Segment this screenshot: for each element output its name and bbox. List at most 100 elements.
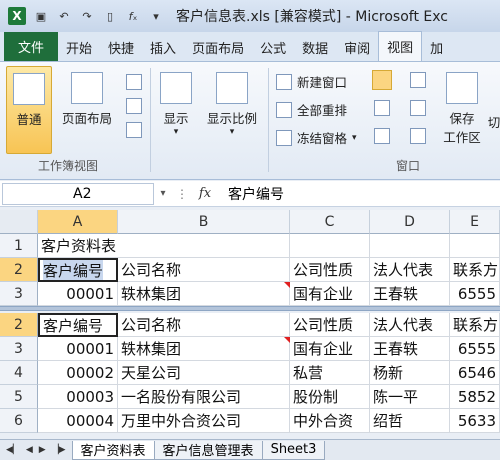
pane-split-bar[interactable]	[0, 306, 500, 311]
redo-icon[interactable]: ↷	[79, 8, 95, 24]
cell[interactable]: 股份制	[290, 385, 370, 409]
cell[interactable]: 6555	[450, 337, 500, 361]
save-icon[interactable]: ▣	[33, 8, 49, 24]
row-header[interactable]: 2	[0, 258, 38, 282]
cell[interactable]: 一名股份有限公司	[118, 385, 290, 409]
page-layout-view-button[interactable]: 页面布局	[56, 72, 118, 127]
tab-file[interactable]: 文件	[4, 32, 59, 61]
tab-insert[interactable]: 插入	[142, 33, 184, 61]
column-header-e[interactable]: E	[450, 210, 500, 234]
column-header-a[interactable]: A	[38, 210, 118, 234]
freeze-panes-button[interactable]: 冻结窗格 ▾	[276, 128, 357, 147]
cell[interactable]: 6546	[450, 361, 500, 385]
cell[interactable]: 6555	[450, 282, 500, 306]
row-header[interactable]: 1	[0, 234, 38, 258]
full-screen-icon[interactable]	[126, 122, 142, 138]
new-window-button[interactable]: 新建窗口	[276, 72, 347, 91]
cell[interactable]: 中外合资	[290, 409, 370, 433]
synchronous-scrolling-icon[interactable]	[410, 100, 426, 116]
fx-icon[interactable]: fₓ	[125, 8, 141, 24]
cell[interactable]: 公司性质	[290, 313, 370, 337]
row-header[interactable]: 4	[0, 361, 38, 385]
name-box-dropdown-icon[interactable]: ▾	[154, 188, 172, 199]
tab-view[interactable]: 视图	[378, 31, 423, 61]
cell[interactable]: 00004	[38, 409, 118, 433]
sheet-tab-customer-data[interactable]: 客户资料表	[71, 440, 155, 460]
arrange-all-button[interactable]: 全部重排	[276, 100, 347, 119]
select-all-corner[interactable]	[0, 210, 38, 234]
cell[interactable]: 00001	[38, 282, 118, 306]
insert-function-icon[interactable]: fx	[192, 186, 218, 201]
tab-formulas[interactable]: 公式	[252, 33, 294, 61]
undo-icon[interactable]: ↶	[56, 8, 72, 24]
zoom-button[interactable]: 显示比例 ▾	[200, 72, 264, 137]
row-header[interactable]: 6	[0, 409, 38, 433]
row-header[interactable]: 3	[0, 337, 38, 361]
reset-window-position-icon[interactable]	[410, 128, 426, 144]
cell[interactable]: 5633	[450, 409, 500, 433]
active-cell-bottom-pane[interactable]: 客户编号	[38, 313, 118, 337]
sheet-tab-customer-info-management[interactable]: 客户信息管理表	[153, 440, 263, 460]
cell[interactable]	[370, 234, 450, 258]
view-side-by-side-icon[interactable]	[410, 72, 426, 88]
excel-icon[interactable]: X	[8, 7, 26, 25]
cell[interactable]: 法人代表	[370, 313, 450, 337]
table-title-cell[interactable]: 客户资料表	[38, 234, 118, 258]
cell[interactable]: 公司性质	[290, 258, 370, 282]
save-workspace-button[interactable]: 保存 工作区	[440, 72, 484, 146]
last-sheet-icon[interactable]: ▕▶	[52, 445, 66, 455]
tab-page-layout[interactable]: 页面布局	[184, 33, 252, 61]
customize-qat-icon[interactable]: ▾	[148, 8, 164, 24]
sheet-tab-sheet3[interactable]: Sheet3	[261, 440, 326, 460]
hide-window-icon[interactable]	[374, 100, 390, 116]
cell[interactable]: 万里中外合资公司	[118, 409, 290, 433]
cell[interactable]: 5852	[450, 385, 500, 409]
switch-windows-button[interactable]: 切	[488, 112, 500, 131]
cell[interactable]: 00003	[38, 385, 118, 409]
cell[interactable]: 私营	[290, 361, 370, 385]
new-document-icon[interactable]: ▯	[102, 8, 118, 24]
column-header-b[interactable]: B	[118, 210, 290, 234]
row-header[interactable]: 3	[0, 282, 38, 306]
cell[interactable]	[450, 234, 500, 258]
cell[interactable]: 00002	[38, 361, 118, 385]
cell[interactable]: 国有企业	[290, 282, 370, 306]
formula-input[interactable]: 客户编号	[218, 184, 284, 204]
custom-views-icon[interactable]	[126, 98, 142, 114]
unhide-window-icon[interactable]	[374, 128, 390, 144]
active-cell[interactable]: 客户编号	[38, 258, 118, 282]
cell[interactable]: 王春轶	[370, 337, 450, 361]
cell[interactable]: 轶林集团	[118, 337, 290, 361]
cell[interactable]: 公司名称	[118, 313, 290, 337]
tab-review[interactable]: 审阅	[336, 33, 378, 61]
cell[interactable]: 00001	[38, 337, 118, 361]
cell[interactable]: 国有企业	[290, 337, 370, 361]
row-header[interactable]: 5	[0, 385, 38, 409]
name-box[interactable]: A2	[2, 182, 154, 205]
show-button[interactable]: 显示 ▾	[156, 72, 196, 137]
cell[interactable]: 王春轶	[370, 282, 450, 306]
split-icon[interactable]	[372, 70, 392, 90]
cell[interactable]: 轶林集团	[118, 282, 290, 306]
cell[interactable]	[118, 234, 290, 258]
cell[interactable]	[290, 234, 370, 258]
tab-home[interactable]: 开始	[58, 33, 100, 61]
cell[interactable]: 联系方	[450, 313, 500, 337]
cell[interactable]: 法人代表	[370, 258, 450, 282]
row-header[interactable]: 2	[0, 313, 38, 337]
cell[interactable]: 绍哲	[370, 409, 450, 433]
normal-view-button[interactable]: 普通	[6, 66, 52, 154]
cell[interactable]: 联系方	[450, 258, 500, 282]
prev-sheet-icon[interactable]: ◀	[26, 445, 33, 455]
cell[interactable]: 杨新	[370, 361, 450, 385]
tab-data[interactable]: 数据	[294, 33, 336, 61]
comment-indicator[interactable]	[284, 337, 290, 343]
tab-addins[interactable]: 加	[422, 33, 451, 61]
column-header-d[interactable]: D	[370, 210, 450, 234]
cell[interactable]: 陈一平	[370, 385, 450, 409]
cell[interactable]: 公司名称	[118, 258, 290, 282]
cell[interactable]: 天星公司	[118, 361, 290, 385]
page-break-preview-icon[interactable]	[126, 74, 142, 90]
comment-indicator[interactable]	[284, 282, 290, 288]
next-sheet-icon[interactable]: ▶	[39, 445, 46, 455]
